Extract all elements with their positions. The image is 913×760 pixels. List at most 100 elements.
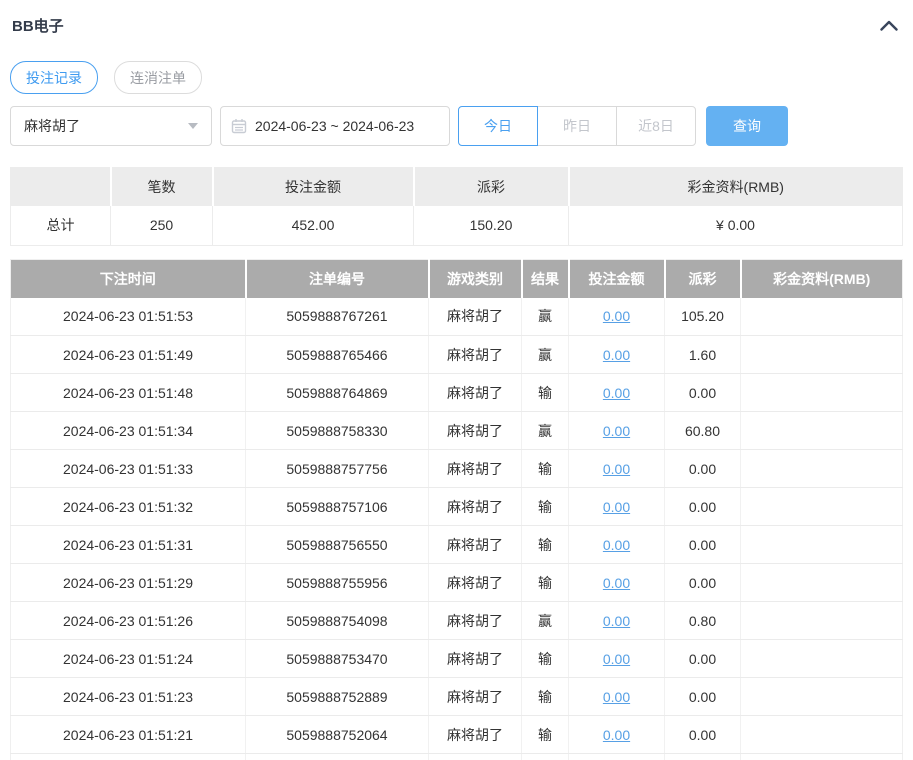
- bonus-cell: [740, 601, 903, 640]
- bonus-cell: [740, 639, 903, 678]
- today-button[interactable]: 今日: [458, 106, 538, 146]
- result-cell: 输: [521, 639, 569, 678]
- table-row-partial: [10, 753, 903, 760]
- game-type-cell: 麻将胡了: [428, 601, 522, 640]
- summary-total-bet-amount: 452.00: [212, 205, 414, 246]
- header-bonus: 彩金资料(RMB): [740, 259, 903, 298]
- caret-down-icon: [188, 123, 198, 129]
- bet-id-cell: 5059888755956: [245, 563, 429, 602]
- game-type-cell: 麻将胡了: [428, 411, 522, 450]
- bet-amount-link[interactable]: 0.00: [603, 308, 630, 324]
- betting-records-panel: BB电子 投注记录 连消注单 麻将胡了 2024-06-23 ~ 2024-06…: [0, 0, 913, 760]
- game-type-select[interactable]: 麻将胡了: [10, 106, 212, 146]
- bet-amount-link[interactable]: 0.00: [603, 461, 630, 477]
- collapse-panel-button[interactable]: [877, 17, 901, 34]
- panel-header: BB电子: [10, 0, 903, 36]
- result-cell: 输: [521, 677, 569, 716]
- table-row: 2024-06-23 01:51:21 5059888752064 麻将胡了 输…: [10, 715, 903, 754]
- bet-amount-link[interactable]: 0.00: [603, 385, 630, 401]
- result-cell: 输: [521, 373, 569, 412]
- bet-time-cell: 2024-06-23 01:51:32: [10, 487, 246, 526]
- table-row: 2024-06-23 01:51:53 5059888767261 麻将胡了 赢…: [10, 297, 903, 336]
- summary-header-count: 笔数: [110, 167, 214, 206]
- game-type-cell: 麻将胡了: [428, 373, 522, 412]
- payout-cell: 0.00: [664, 563, 741, 602]
- table-row: 2024-06-23 01:51:29 5059888755956 麻将胡了 输…: [10, 563, 903, 602]
- header-game-type: 游戏类别: [428, 259, 523, 298]
- game-type-cell: 麻将胡了: [428, 563, 522, 602]
- filter-bar: 麻将胡了 2024-06-23 ~ 2024-06-23 今日 昨日 近8日 查…: [10, 106, 903, 146]
- bet-time-cell: 2024-06-23 01:51:48: [10, 373, 246, 412]
- bet-amount-link[interactable]: 0.00: [603, 499, 630, 515]
- bet-amount-cell: 0.00: [568, 677, 665, 716]
- bet-time-cell: 2024-06-23 01:51:29: [10, 563, 246, 602]
- header-result: 结果: [521, 259, 570, 298]
- payout-cell: 0.00: [664, 373, 741, 412]
- bet-amount-link[interactable]: 0.00: [603, 651, 630, 667]
- summary-header-payout: 派彩: [413, 167, 570, 206]
- bet-amount-cell: 0.00: [568, 297, 665, 336]
- summary-header-empty: [10, 167, 112, 206]
- bet-time-cell: 2024-06-23 01:51:33: [10, 449, 246, 488]
- bet-id-cell: 5059888758330: [245, 411, 429, 450]
- date-range-picker[interactable]: 2024-06-23 ~ 2024-06-23: [220, 106, 450, 146]
- summary-total-bonus: ¥ 0.00: [568, 205, 903, 246]
- table-row: 2024-06-23 01:51:23 5059888752889 麻将胡了 输…: [10, 677, 903, 716]
- table-row: 2024-06-23 01:51:24 5059888753470 麻将胡了 输…: [10, 639, 903, 678]
- last-8-days-button[interactable]: 近8日: [616, 106, 696, 146]
- tab-bar: 投注记录 连消注单: [10, 61, 903, 94]
- tab-betting-records[interactable]: 投注记录: [10, 61, 98, 94]
- payout-cell: 0.00: [664, 677, 741, 716]
- bet-amount-link[interactable]: 0.00: [603, 689, 630, 705]
- tab-cancelled-orders[interactable]: 连消注单: [114, 61, 202, 94]
- bonus-cell: [740, 373, 903, 412]
- bet-id-cell: 5059888757106: [245, 487, 429, 526]
- bet-amount-link[interactable]: 0.00: [603, 537, 630, 553]
- calendar-icon: [231, 118, 247, 134]
- bonus-cell: [740, 563, 903, 602]
- bet-amount-cell: 0.00: [568, 525, 665, 564]
- bonus-cell: [740, 449, 903, 488]
- bet-amount-link[interactable]: 0.00: [603, 347, 630, 363]
- summary-header-row: 笔数 投注金额 派彩 彩金资料(RMB): [10, 167, 903, 206]
- bet-amount-cell: 0.00: [568, 411, 665, 450]
- summary-header-bonus: 彩金资料(RMB): [568, 167, 903, 206]
- payout-cell: 0.00: [664, 715, 741, 754]
- result-cell: 赢: [521, 601, 569, 640]
- bet-amount-cell: 0.00: [568, 373, 665, 412]
- bet-time-cell: 2024-06-23 01:51:26: [10, 601, 246, 640]
- bet-amount-cell: 0.00: [568, 563, 665, 602]
- bet-amount-link[interactable]: 0.00: [603, 575, 630, 591]
- bet-time-cell: 2024-06-23 01:51:49: [10, 335, 246, 374]
- result-cell: 输: [521, 487, 569, 526]
- bet-time-cell: 2024-06-23 01:51:31: [10, 525, 246, 564]
- result-cell: 赢: [521, 297, 569, 336]
- game-type-cell: 麻将胡了: [428, 449, 522, 488]
- table-row: 2024-06-23 01:51:26 5059888754098 麻将胡了 赢…: [10, 601, 903, 640]
- search-button[interactable]: 查询: [706, 106, 788, 146]
- bet-amount-link[interactable]: 0.00: [603, 423, 630, 439]
- bet-amount-link[interactable]: 0.00: [603, 613, 630, 629]
- bet-amount-link[interactable]: 0.00: [603, 727, 630, 743]
- bet-amount-cell: 0.00: [568, 335, 665, 374]
- table-header-row: 下注时间 注单编号 游戏类别 结果 投注金额 派彩 彩金资料(RMB): [10, 259, 903, 298]
- summary-table: 笔数 投注金额 派彩 彩金资料(RMB) 总计 250 452.00 150.2…: [10, 167, 903, 246]
- summary-total-label: 总计: [10, 205, 111, 246]
- table-row: 2024-06-23 01:51:49 5059888765466 麻将胡了 赢…: [10, 335, 903, 374]
- result-cell: 输: [521, 525, 569, 564]
- payout-cell: 1.60: [664, 335, 741, 374]
- bet-id-cell: 5059888752064: [245, 715, 429, 754]
- chevron-up-icon: [879, 19, 899, 35]
- bet-time-cell: 2024-06-23 01:51:24: [10, 639, 246, 678]
- table-row: 2024-06-23 01:51:48 5059888764869 麻将胡了 输…: [10, 373, 903, 412]
- game-type-cell: 麻将胡了: [428, 487, 522, 526]
- result-cell: 赢: [521, 335, 569, 374]
- bet-id-cell: 5059888757756: [245, 449, 429, 488]
- payout-cell: 0.00: [664, 639, 741, 678]
- table-row: 2024-06-23 01:51:33 5059888757756 麻将胡了 输…: [10, 449, 903, 488]
- tab-label: 连消注单: [130, 69, 186, 86]
- yesterday-button[interactable]: 昨日: [537, 106, 617, 146]
- bet-id-cell: 5059888767261: [245, 297, 429, 336]
- bet-time-cell: 2024-06-23 01:51:23: [10, 677, 246, 716]
- bonus-cell: [740, 487, 903, 526]
